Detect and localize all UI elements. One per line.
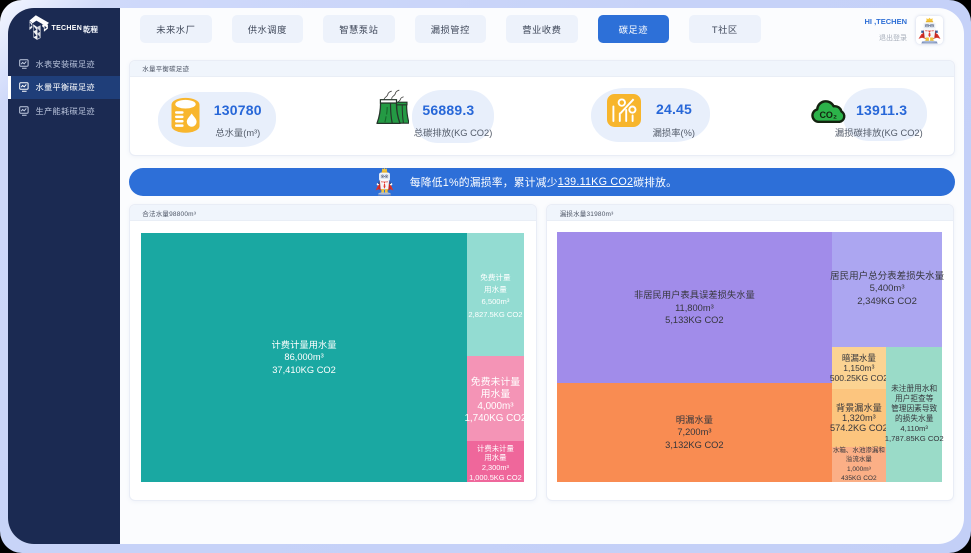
svg-text:CO₂: CO₂ bbox=[819, 110, 837, 120]
